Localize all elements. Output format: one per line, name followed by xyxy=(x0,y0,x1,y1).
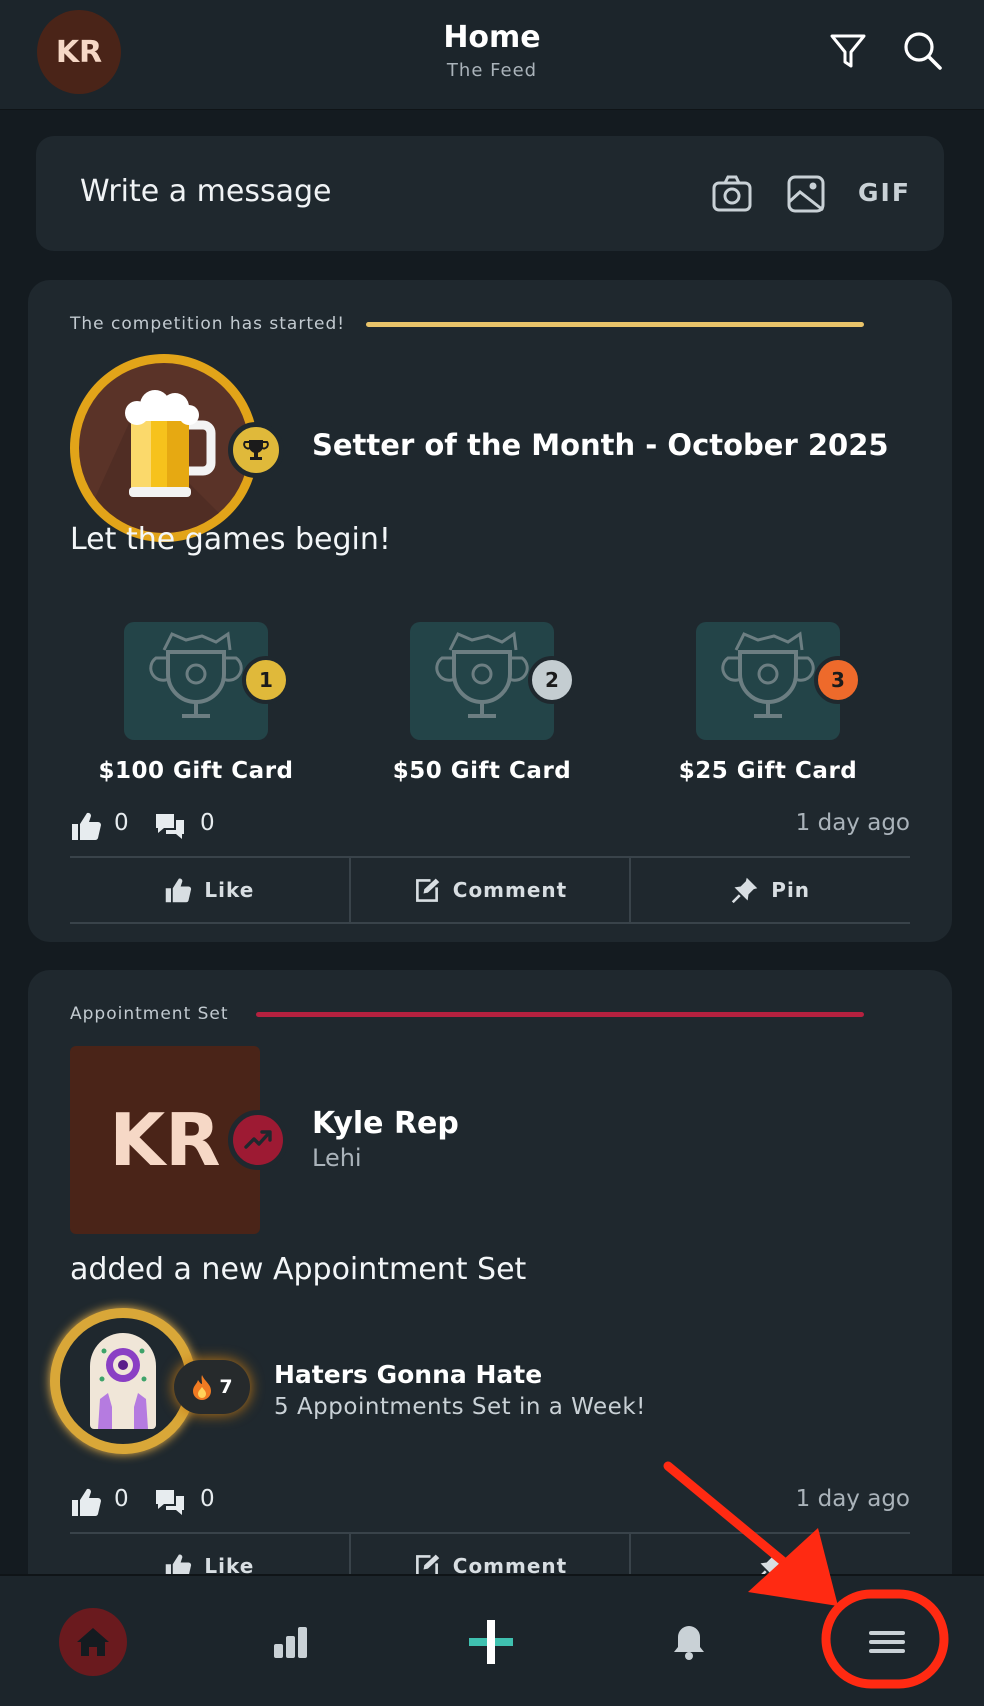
comment-label: Comment xyxy=(452,878,568,902)
trending-up-icon xyxy=(228,1110,288,1170)
post-type-divider xyxy=(366,322,864,327)
achievement-title[interactable]: Haters Gonna Hate xyxy=(274,1360,542,1389)
comment-count: 0 xyxy=(200,1486,215,1512)
comments-icon xyxy=(156,814,184,839)
like-count: 0 xyxy=(114,1486,129,1512)
bell-icon xyxy=(674,1626,704,1660)
hands-eye-icon xyxy=(98,1348,148,1429)
thumbs-up-icon xyxy=(166,878,192,903)
thumbs-up-icon xyxy=(72,1488,101,1517)
leaderboard-icon xyxy=(274,1627,307,1658)
achievement-description: 5 Appointments Set in a Week! xyxy=(274,1394,646,1420)
post-type-label: The competition has started! xyxy=(70,314,346,334)
menu-icon xyxy=(869,1631,905,1653)
message-input[interactable]: Write a message xyxy=(80,174,331,209)
gif-button[interactable]: GIF xyxy=(858,178,911,207)
competition-post-card: The competition has started! Setter of t… xyxy=(28,280,952,942)
bottom-navigation xyxy=(0,1574,984,1706)
like-button[interactable]: Like xyxy=(70,858,349,922)
post-actions: Like Comment Pin xyxy=(70,856,910,924)
camera-icon[interactable] xyxy=(710,172,754,216)
post-timestamp: 1 day ago xyxy=(795,810,910,836)
prize-rank-badge: 2 xyxy=(528,656,576,704)
post-message: Let the games begin! xyxy=(70,522,391,557)
post-timestamp: 1 day ago xyxy=(795,1486,910,1512)
prize-rank-badge: 3 xyxy=(814,656,862,704)
flame-icon xyxy=(193,1375,212,1400)
like-count: 0 xyxy=(114,810,129,836)
user-location: Lehi xyxy=(312,1144,362,1172)
add-icon xyxy=(469,1620,513,1664)
home-icon xyxy=(77,1628,109,1656)
streak-count: 7 xyxy=(219,1376,233,1398)
like-label: Like xyxy=(204,878,255,902)
comments-icon xyxy=(156,1490,184,1515)
thumbs-up-icon xyxy=(72,812,101,841)
top-header: KR Home The Feed xyxy=(0,0,984,110)
edit-icon xyxy=(415,878,440,902)
comment-button[interactable]: Comment xyxy=(348,858,630,922)
prize-label: $100 Gift Card xyxy=(98,758,294,784)
search-icon[interactable] xyxy=(900,28,944,72)
prize-rank-badge: 1 xyxy=(242,656,290,704)
post-stats: 0 0 1 day ago xyxy=(70,806,910,846)
filter-icon[interactable] xyxy=(826,28,870,72)
nav-add[interactable] xyxy=(457,1608,525,1676)
comment-count: 0 xyxy=(200,810,215,836)
post-stats: 0 0 1 day ago xyxy=(70,1482,910,1522)
beer-mug-icon xyxy=(79,390,249,533)
pin-icon xyxy=(732,877,758,904)
message-composer[interactable]: Write a message GIF xyxy=(36,136,944,251)
image-icon[interactable] xyxy=(784,172,828,216)
prize-label: $50 Gift Card xyxy=(392,758,572,784)
post-type-divider xyxy=(256,1012,864,1017)
nav-menu[interactable] xyxy=(853,1608,921,1676)
streak-counter: 7 xyxy=(174,1360,250,1414)
nav-notifications[interactable] xyxy=(655,1608,723,1676)
trophy-icon xyxy=(228,422,284,478)
prize-label: $25 Gift Card xyxy=(678,758,858,784)
post-message: added a new Appointment Set xyxy=(70,1252,527,1287)
nav-leaderboard[interactable] xyxy=(257,1608,325,1676)
user-name[interactable]: Kyle Rep xyxy=(312,1106,459,1141)
competition-title[interactable]: Setter of the Month - October 2025 xyxy=(312,428,889,462)
pin-label: Pin xyxy=(771,878,811,902)
pin-button[interactable]: Pin xyxy=(629,858,910,922)
post-type-label: Appointment Set xyxy=(70,1004,229,1024)
nav-home[interactable] xyxy=(59,1608,127,1676)
